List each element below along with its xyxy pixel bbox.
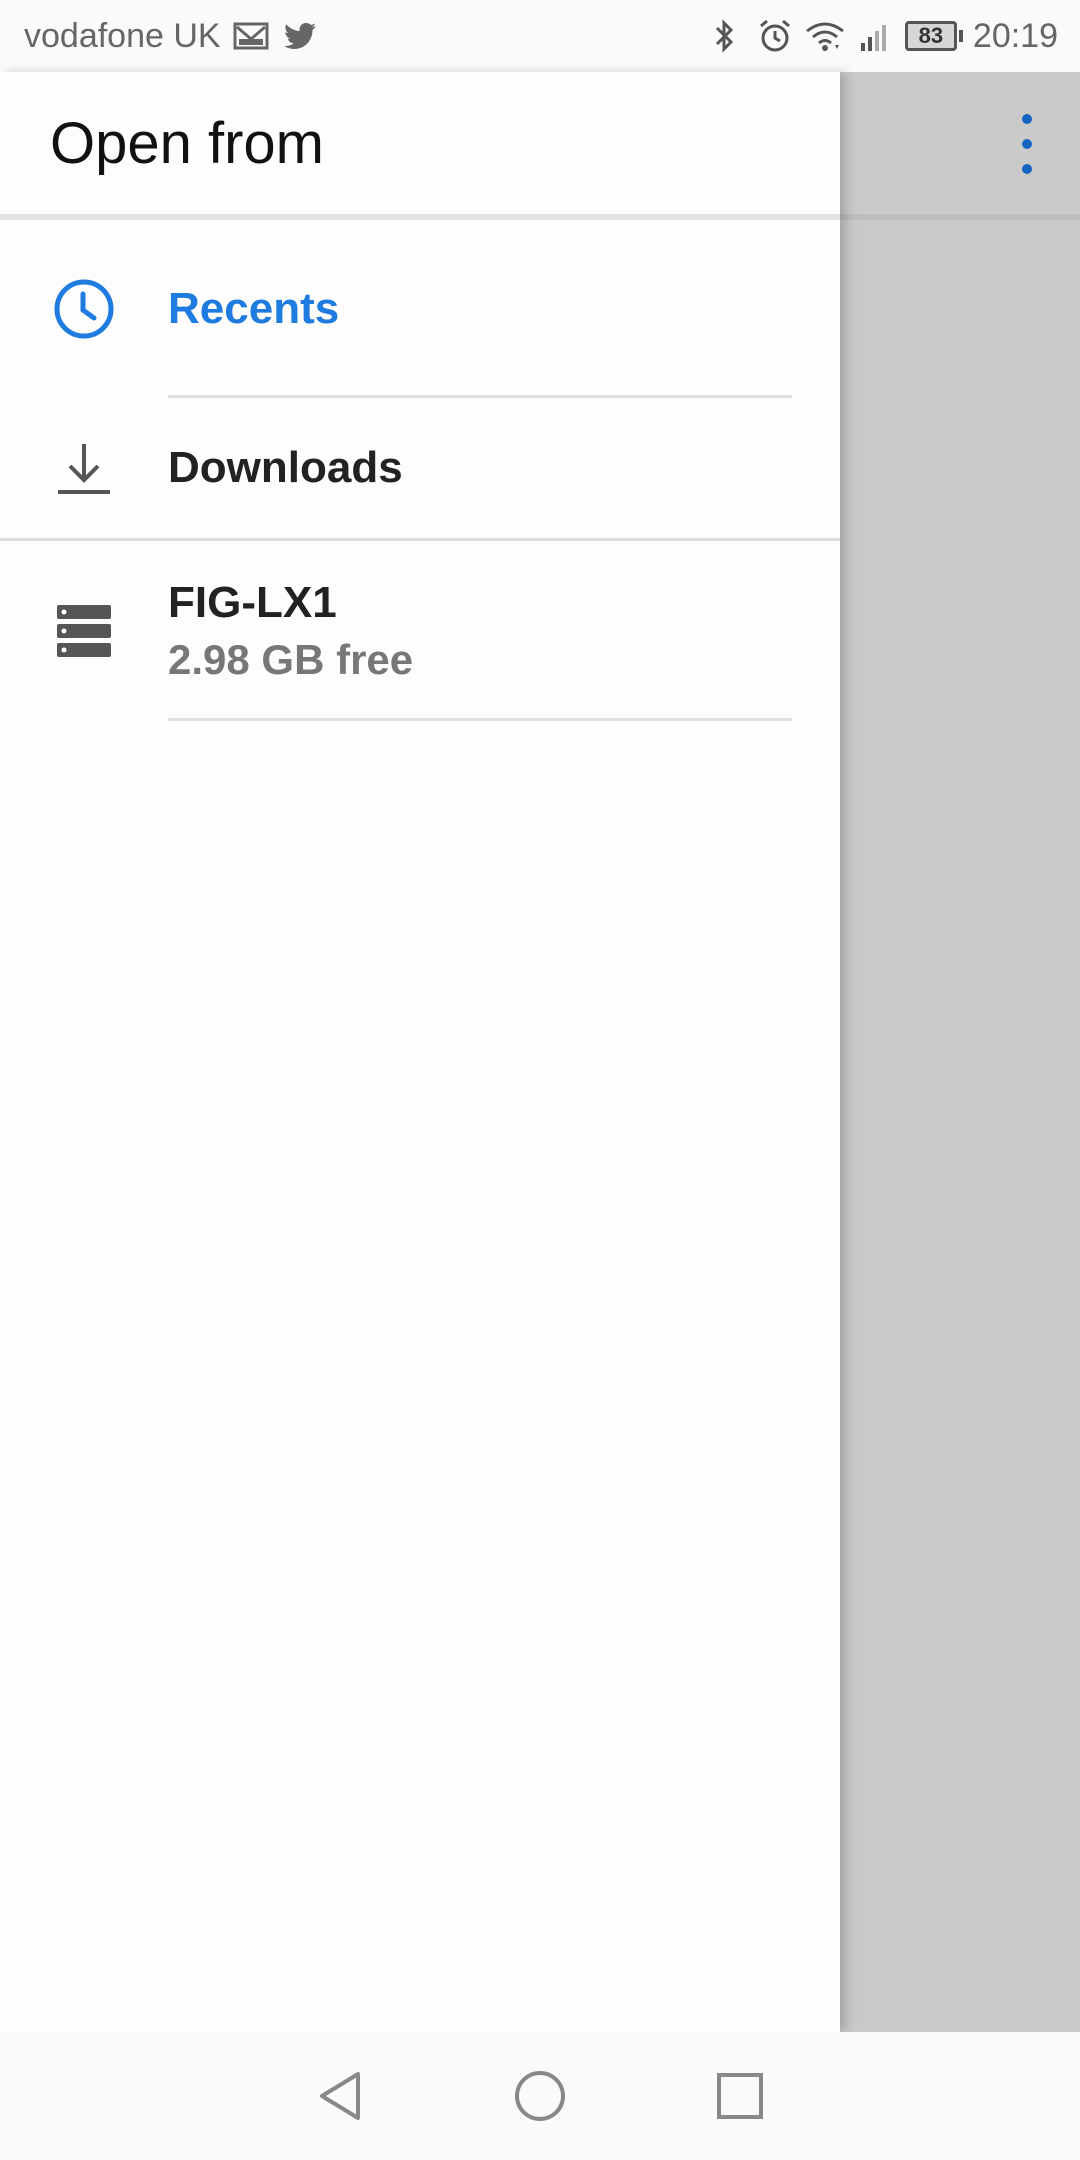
battery-icon: 83 — [904, 21, 963, 51]
clock-time: 20:19 — [972, 16, 1058, 55]
scrim-backdrop[interactable] — [840, 72, 1080, 2032]
recents-square-icon[interactable] — [705, 2061, 775, 2131]
device-free-space: 2.98 GB free — [168, 636, 414, 683]
device-text: FIG-LX1 2.98 GB free — [168, 578, 413, 684]
device-name: FIG-LX1 — [168, 578, 337, 627]
back-icon[interactable] — [305, 2061, 375, 2131]
navigation-drawer: Open from Recents Downloads FIG-LX1 2.98… — [0, 72, 840, 2032]
clock-icon — [50, 275, 118, 343]
home-icon[interactable] — [505, 2061, 575, 2131]
wifi-icon — [805, 16, 845, 56]
system-nav-bar — [0, 2032, 1080, 2160]
drawer-title: Open from — [50, 110, 324, 176]
drawer-item-recents[interactable]: Recents — [0, 220, 840, 398]
divider — [168, 718, 792, 721]
drawer-item-device-storage[interactable]: FIG-LX1 2.98 GB free — [0, 541, 840, 721]
signal-icon — [855, 16, 895, 56]
bluetooth-icon — [705, 16, 745, 56]
app-toolbar — [840, 72, 1080, 220]
carrier-name: vodafone UK — [24, 16, 221, 55]
drawer-item-label: Recents — [168, 284, 340, 333]
gmail-icon — [231, 16, 271, 56]
alarm-icon — [755, 16, 795, 56]
battery-level: 83 — [904, 21, 957, 51]
twitter-icon — [281, 16, 321, 56]
drawer-header: Open from — [0, 72, 840, 220]
storage-icon — [50, 597, 118, 665]
overflow-menu-icon[interactable] — [1020, 114, 1034, 174]
status-right: 83 20:19 — [705, 16, 1058, 56]
download-icon — [50, 434, 118, 502]
status-bar: vodafone UK 83 20:19 — [0, 0, 1080, 72]
battery-tip — [958, 30, 963, 42]
drawer-item-label: Downloads — [168, 443, 403, 492]
status-left: vodafone UK — [24, 16, 321, 56]
drawer-item-downloads[interactable]: Downloads — [0, 398, 840, 538]
